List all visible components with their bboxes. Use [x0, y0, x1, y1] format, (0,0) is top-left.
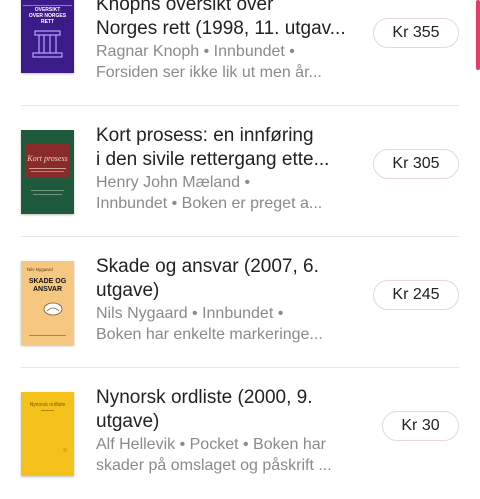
price-button[interactable]: Kr 30	[382, 411, 459, 441]
cover-title: Kort prosess	[26, 154, 67, 163]
cover-title: Nynorsk ordliste	[30, 402, 66, 408]
book-cover[interactable]: Nils Nygaard SKADE OG ANSVAR	[21, 261, 74, 345]
book-cover[interactable]: Nynorsk ordliste	[21, 392, 74, 476]
cover-title-2: ANSVAR	[33, 286, 62, 293]
book-cover-art: Kort prosess	[21, 130, 74, 214]
price-button[interactable]: Kr 355	[373, 18, 459, 48]
book-title[interactable]: Skade og ansvar (2007, 6. utgave)	[96, 255, 361, 303]
book-meta: Nils Nygaard • Innbundet • Boken har enk…	[96, 305, 323, 343]
scrollbar[interactable]	[476, 0, 480, 70]
list-item[interactable]: Nils Nygaard SKADE OG ANSVAR Skade og an…	[21, 237, 459, 368]
book-title[interactable]: Kort prosess: en innføring i den sivile …	[96, 124, 361, 172]
list-item[interactable]: OVERSIKT OVER NORGES RETT Knophs oversik…	[21, 0, 459, 106]
cover-title-1: SKADE OG	[29, 278, 67, 285]
book-title[interactable]: Nynorsk ordliste (2000, 9. utgave)	[96, 386, 361, 434]
cover-title-3: RETT	[41, 19, 54, 25]
book-cover-art: Nynorsk ordliste	[21, 392, 74, 476]
list-item[interactable]: Nynorsk ordliste Nynorsk ordliste (2000,…	[21, 368, 459, 499]
price-button[interactable]: Kr 305	[373, 149, 459, 179]
book-meta: Alf Hellevik • Pocket • Boken har skader…	[96, 436, 332, 474]
list-item[interactable]: Kort prosess Kort prosess: en innføring …	[21, 106, 459, 237]
book-list: OVERSIKT OVER NORGES RETT Knophs oversik…	[0, 0, 480, 499]
book-cover[interactable]: Kort prosess	[21, 130, 74, 214]
book-meta: Ragnar Knoph • Innbundet • Forsiden ser …	[96, 43, 322, 81]
book-cover-art: Nils Nygaard SKADE OG ANSVAR	[21, 261, 74, 345]
book-cover-art: OVERSIKT OVER NORGES RETT	[21, 0, 74, 73]
book-cover[interactable]: OVERSIKT OVER NORGES RETT	[21, 0, 74, 73]
book-title[interactable]: Knophs oversikt over Norges rett (1998, …	[96, 0, 361, 41]
price-button[interactable]: Kr 245	[373, 280, 459, 310]
cover-author: Nils Nygaard	[27, 267, 53, 272]
book-meta: Henry John Mæland • Innbundet • Boken er…	[96, 174, 323, 212]
